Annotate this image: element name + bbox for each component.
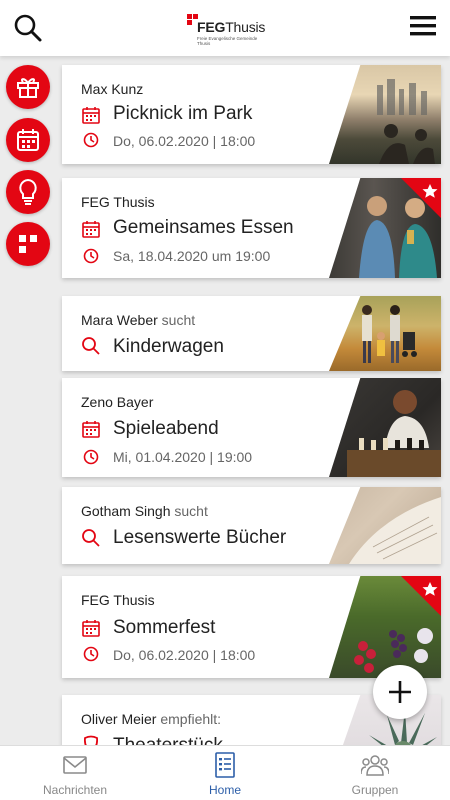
nav-item-nachrichten[interactable]: Nachrichten <box>20 751 130 797</box>
nav-label: Nachrichten <box>42 783 108 797</box>
calendar-icon[interactable] <box>6 118 50 162</box>
card-title: Sommerfest <box>113 617 216 638</box>
card-date: Do, 06.02.2020 | 18:00 <box>113 133 256 149</box>
logo-name: FEGThusis <box>197 19 266 35</box>
card-author: Zeno Bayer <box>81 394 154 410</box>
card-title: Picknick im Park <box>113 103 253 124</box>
nav-item-gruppen[interactable]: Gruppen <box>320 751 430 797</box>
groups-dots-icon[interactable] <box>6 222 50 266</box>
app-screen: FEGThusis Freie Evangelische Gemeinde Th… <box>0 0 450 800</box>
featured-star-badge <box>401 178 441 218</box>
card-date: Do, 06.02.2020 | 18:00 <box>113 647 256 663</box>
feed-card[interactable]: Mara Weber sucht Kinderwagen <box>62 296 441 371</box>
card-author: Oliver Meier empfiehlt: <box>81 711 222 727</box>
card-image <box>329 487 441 564</box>
feed-card[interactable]: Zeno Bayer Spieleabend Mi, 01.04.2020 | … <box>62 378 441 477</box>
clock-icon <box>83 449 99 465</box>
nav-item-home[interactable]: Home <box>170 751 280 797</box>
clock-icon <box>83 646 99 662</box>
feed-card[interactable]: FEG Thusis Gemeinsames Essen Sa, 18.04.2… <box>62 178 441 278</box>
clock-icon <box>83 248 99 264</box>
envelope-icon <box>63 756 87 774</box>
lightbulb-icon[interactable] <box>6 170 50 214</box>
calendar-icon <box>82 620 100 637</box>
card-image <box>329 296 441 371</box>
featured-star-badge <box>401 576 441 616</box>
card-author: Mara Weber sucht <box>81 312 196 328</box>
card-title: Kinderwagen <box>113 336 224 357</box>
calendar-icon <box>82 421 100 438</box>
hamburger-menu-icon[interactable] <box>408 10 438 42</box>
search-icon[interactable] <box>12 12 44 44</box>
search-icon <box>82 337 100 355</box>
card-title: Lesenswerte Bücher <box>113 527 287 548</box>
card-author: Max Kunz <box>81 81 144 97</box>
logo-tagline: Freie Evangelische Gemeinde Thusis <box>197 36 258 46</box>
card-image <box>329 65 441 164</box>
feed-card[interactable]: Gotham Singh sucht Lesenswerte Bücher <box>62 487 441 564</box>
nav-label: Gruppen <box>351 783 399 797</box>
app-logo: FEGThusis Freie Evangelische Gemeinde Th… <box>187 14 267 48</box>
card-author: Gotham Singh sucht <box>81 503 208 519</box>
feed-card[interactable]: FEG Thusis Sommerfest Do, 06.02.2020 | 1… <box>62 576 441 678</box>
gift-icon[interactable] <box>6 65 50 109</box>
search-icon <box>82 529 100 547</box>
card-image <box>329 378 441 477</box>
bottom-navigation: Nachrichten Home Gruppen <box>0 745 450 800</box>
card-title: Gemeinsames Essen <box>113 217 294 238</box>
calendar-icon <box>82 107 100 124</box>
list-icon <box>215 752 235 778</box>
people-icon <box>361 755 389 776</box>
clock-icon <box>83 132 99 148</box>
feed-card[interactable]: Max Kunz Picknick im Park Do, 06.02.2020… <box>62 65 441 164</box>
card-date: Mi, 01.04.2020 | 19:00 <box>113 449 253 465</box>
card-author: FEG Thusis <box>81 194 155 210</box>
card-date: Sa, 18.04.2020 um 19:00 <box>113 248 271 264</box>
nav-label: Home <box>208 783 241 797</box>
top-header: FEGThusis Freie Evangelische Gemeinde Th… <box>0 0 450 56</box>
calendar-icon <box>82 221 100 238</box>
card-author: FEG Thusis <box>81 592 155 608</box>
card-title: Spieleabend <box>113 418 219 439</box>
add-post-button[interactable] <box>373 665 427 719</box>
plus-icon <box>389 681 411 703</box>
